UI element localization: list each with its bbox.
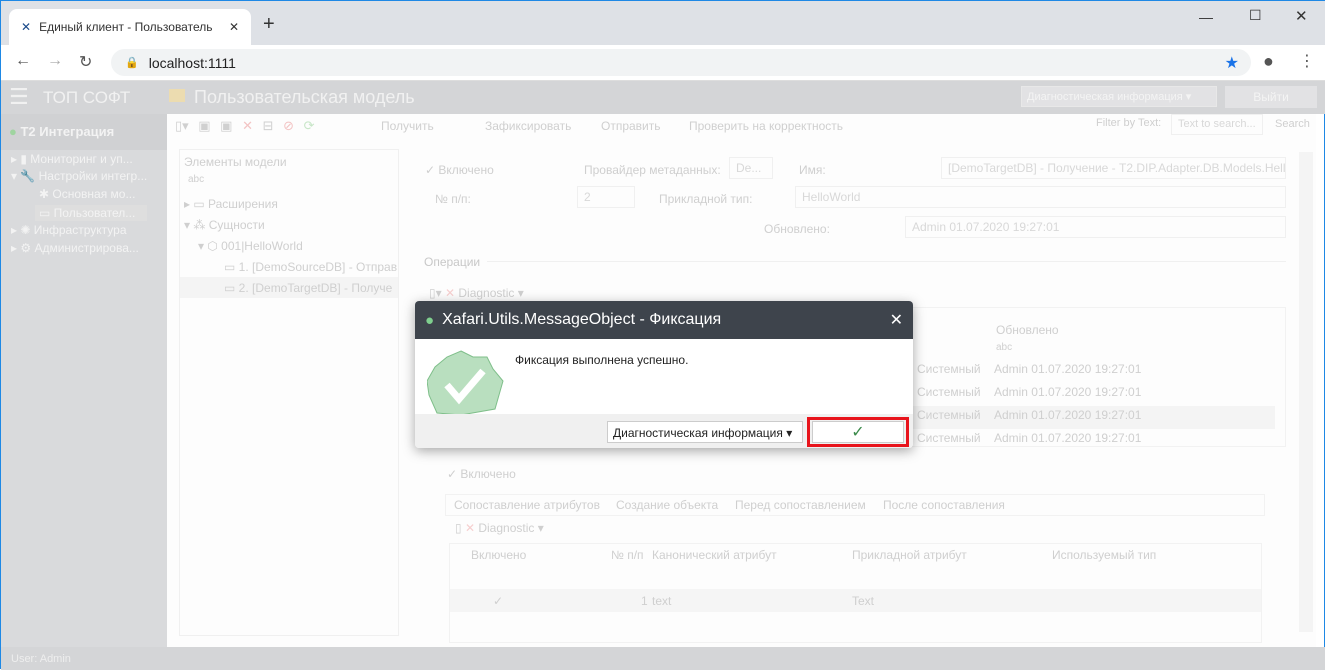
num-stepper[interactable]: 2 [577, 186, 635, 208]
row-checkbox[interactable]: ✓ [493, 594, 503, 608]
diagnostic-select[interactable]: Диагностическая информация ▾ [1021, 86, 1217, 107]
page-title: Пользовательская модель [194, 87, 415, 107]
tab-before-mapping[interactable]: Перед сопоставлением [735, 498, 866, 512]
ops-toolbar[interactable]: ▯▾ ✕ Diagnostic ▾ [429, 286, 524, 300]
cell-num: 1 [641, 594, 648, 608]
updated-field: Admin 01.07.2020 19:27:01 [905, 216, 1286, 238]
sidebar: ● T2 Интеграция ▸ ▮ Мониторинг и уп... ▾… [1, 114, 167, 647]
toolbar-icons[interactable]: ▯▾ ▣ ▣ ✕ ⊟ ⊘ ⟳ [175, 118, 315, 134]
commit-button[interactable]: Зафиксировать [485, 119, 571, 133]
num-label: № п/п: [435, 192, 471, 206]
dialog-title: Xafari.Utils.MessageObject - Фиксация [442, 311, 722, 328]
bookmark-star-icon[interactable]: ★ [1225, 53, 1239, 73]
updated-label: Обновлено: [764, 222, 830, 236]
app-header: ☰ ТОП СОФТ Пользовательская модель Диагн… [1, 81, 1325, 114]
ops-row[interactable]: Системный Admin 01.07.2020 19:27:01 [917, 362, 1141, 376]
tree-filter[interactable]: abc [188, 174, 204, 185]
operations-heading: Операции [424, 255, 481, 269]
filter-label: Filter by Text: [1096, 117, 1162, 129]
get-button[interactable]: Получить [381, 119, 434, 133]
tree-node-extensions[interactable]: ▸ ▭ Расширения [184, 197, 278, 211]
new-tab-button[interactable]: + [263, 13, 275, 36]
success-icon: ● [425, 311, 435, 329]
brand: ТОП СОФТ [43, 88, 131, 107]
tree-node-helloworld[interactable]: ▾ ⬡ 001|HelloWorld [198, 239, 303, 253]
profile-icon[interactable]: ● [1263, 51, 1274, 72]
enabled-checkbox[interactable]: ✓ Включено [425, 163, 494, 177]
type-label: Прикладной тип: [659, 192, 753, 206]
type-select[interactable]: HelloWorld [795, 186, 1286, 208]
col-canonical: Канонический атрибут [652, 548, 777, 562]
tab-attribute-mapping[interactable]: Сопоставление атрибутов [454, 498, 600, 512]
tab-after-mapping[interactable]: После сопоставления [883, 498, 1005, 512]
send-button[interactable]: Отправить [601, 119, 661, 133]
maximize-button[interactable]: ☐ [1249, 7, 1262, 24]
url-field[interactable]: 🔒 localhost:1111 ★ [111, 49, 1251, 76]
tree-node-source[interactable]: ▭ 1. [DemoSourceDB] - Отправ [224, 260, 397, 274]
close-icon[interactable]: ✕ [890, 310, 903, 330]
close-window-button[interactable]: ✕ [1295, 7, 1308, 25]
col-type: Используемый тип [1052, 548, 1157, 562]
logout-button[interactable]: Выйти [1225, 86, 1317, 108]
dialog-header: ● Xafari.Utils.MessageObject - Фиксация … [415, 301, 913, 339]
minimize-button[interactable]: — [1199, 9, 1213, 25]
back-icon[interactable]: ← [15, 52, 31, 70]
browser-tab[interactable]: ✕ Единый клиент - Пользователь ✕ [9, 9, 251, 45]
forward-icon[interactable]: → [47, 52, 63, 70]
tab-object-creation[interactable]: Создание объекта [616, 498, 718, 512]
dialog-message: Фиксация выполнена успешно. [515, 353, 689, 367]
model-tree: Элементы модели abc ▸ ▭ Расширения ▾ ⁂ С… [179, 149, 399, 636]
col-applied: Прикладной атрибут [852, 548, 967, 562]
reload-icon[interactable]: ↻ [79, 52, 92, 72]
sidebar-item-monitoring[interactable]: ▸ ▮ Мониторинг и уп... [11, 152, 133, 166]
sidebar-item-main-model[interactable]: ✱ Основная мо... [39, 187, 135, 201]
provider-select[interactable]: De... [729, 157, 773, 179]
col-enabled: Включено [471, 548, 527, 562]
dialog-footer: Диагностическая информация ▾ ✓ [415, 414, 913, 448]
tree-node-target[interactable]: ▭ 2. [DemoTargetDB] - Получе [224, 281, 392, 295]
filter-input[interactable]: Text to search... [1171, 114, 1263, 135]
ops-row[interactable]: Системный Admin 01.07.2020 19:27:01 [917, 385, 1141, 399]
ops-filter[interactable]: abc [996, 342, 1012, 353]
check-icon: ✓ [851, 424, 865, 441]
name-input[interactable]: [DemoTargetDB] - Получение - T2.DIP.Adap… [941, 157, 1286, 179]
close-tab-icon[interactable]: ✕ [229, 20, 239, 34]
col-updated: Обновлено [996, 323, 1059, 337]
cell-canonical: text [652, 594, 672, 608]
validate-button[interactable]: Проверить на корректность [689, 119, 843, 133]
scrollbar[interactable] [1299, 152, 1313, 632]
sidebar-item-infrastructure[interactable]: ▸ ✺ Инфраструктура [11, 223, 127, 237]
ops-row[interactable]: Системный Admin 01.07.2020 19:27:01 [917, 431, 1141, 445]
hamburger-icon[interactable]: ☰ [9, 84, 29, 110]
search-button[interactable]: Search [1275, 118, 1310, 130]
sidebar-item-settings[interactable]: ▾ 🔧 Настройки интегр... [11, 169, 147, 183]
status-bar: User: Admin [1, 647, 1325, 670]
browser-tab-bar: ✕ Единый клиент - Пользователь ✕ + — ☐ ✕ [1, 1, 1325, 45]
provider-label: Провайдер метаданных: [584, 163, 721, 177]
tree-node-entities[interactable]: ▾ ⁂ Сущности [184, 218, 265, 232]
lock-icon: 🔒 [125, 57, 139, 69]
detail-enabled-checkbox[interactable]: ✓ Включено [447, 467, 516, 481]
sidebar-item-admin[interactable]: ▸ ⚙ Администрирова... [11, 241, 139, 255]
url-text: localhost:1111 [148, 54, 236, 71]
tab-title: Единый клиент - Пользователь [39, 20, 213, 34]
col-num: № п/п [611, 548, 644, 562]
success-badge-icon [427, 350, 504, 415]
detail-toolbar[interactable]: ▯ ✕ Diagnostic ▾ [455, 521, 544, 535]
ok-button[interactable]: ✓ [812, 421, 904, 443]
ops-row[interactable]: Системный Admin 01.07.2020 19:27:01 [917, 408, 1141, 422]
folder-icon [169, 89, 185, 102]
diagnostic-info-button[interactable]: Диагностическая информация ▾ [607, 421, 803, 443]
name-label: Имя: [799, 163, 826, 177]
cell-applied: Text [852, 594, 875, 608]
tree-header: Элементы модели [184, 155, 287, 169]
message-dialog: ● Xafari.Utils.MessageObject - Фиксация … [415, 301, 913, 448]
sidebar-section[interactable]: ● T2 Интеграция [9, 124, 114, 139]
xafari-logo-icon: ✕ [21, 20, 32, 34]
menu-icon[interactable]: ⋮ [1299, 51, 1315, 71]
sidebar-item-user-model[interactable]: ▭ Пользовател... [35, 205, 147, 221]
